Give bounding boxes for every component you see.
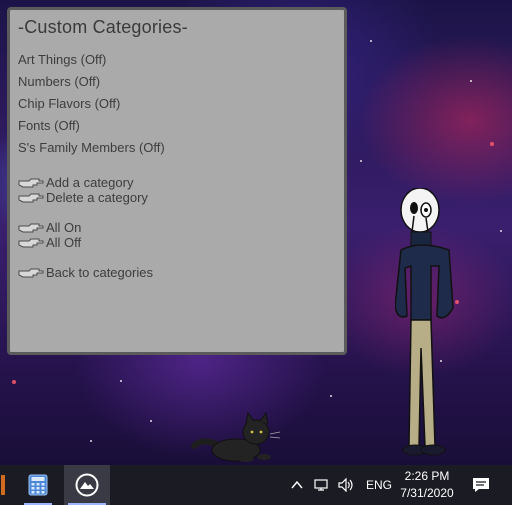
action-center-button[interactable] — [466, 465, 496, 505]
clock-time: 2:26 PM — [404, 469, 450, 483]
network-icon[interactable] — [314, 478, 330, 492]
calculator-icon — [28, 474, 48, 496]
desktop-character[interactable] — [395, 188, 465, 458]
pointing-hand-icon — [18, 268, 44, 277]
taskbar: ENG 2:26 PM 7/31/2020 — [0, 465, 512, 505]
clock-date: 7/31/2020 — [400, 486, 454, 500]
all-on-label: All On — [46, 220, 82, 235]
system-tray: ENG — [290, 465, 392, 505]
pointing-hand-icon — [18, 178, 44, 187]
taskbar-calculator[interactable] — [20, 465, 56, 505]
all-on-button[interactable]: All On — [18, 220, 81, 235]
category-art-things[interactable]: Art Things (Off) — [18, 52, 106, 67]
cat-sprite[interactable] — [190, 412, 282, 462]
taskbar-edge-app[interactable] — [0, 465, 6, 505]
notification-icon — [473, 478, 489, 492]
taskbar-clock[interactable]: 2:26 PM 7/31/2020 — [396, 468, 458, 502]
add-category-button[interactable]: Add a category — [18, 175, 133, 190]
pointing-hand-icon — [18, 223, 44, 232]
category-fonts[interactable]: Fonts (Off) — [18, 118, 80, 133]
chevron-up-icon[interactable] — [290, 478, 304, 492]
pointing-hand-icon — [18, 238, 44, 247]
custom-categories-panel: -Custom Categories- Art Things (Off) Num… — [7, 7, 347, 355]
mountain-app-icon — [75, 473, 99, 497]
back-to-categories-label: Back to categories — [46, 265, 153, 280]
delete-category-label: Delete a category — [46, 190, 148, 205]
delete-category-button[interactable]: Delete a category — [18, 190, 148, 205]
taskbar-mountain-app[interactable] — [64, 465, 110, 505]
all-off-button[interactable]: All Off — [18, 235, 81, 250]
add-category-label: Add a category — [46, 175, 134, 190]
all-off-label: All Off — [46, 235, 82, 250]
category-chip-flavors[interactable]: Chip Flavors (Off) — [18, 96, 120, 111]
volume-icon[interactable] — [338, 478, 354, 492]
category-family-members[interactable]: S's Family Members (Off) — [18, 140, 165, 155]
panel-title: -Custom Categories- — [18, 17, 188, 37]
pointing-hand-icon — [18, 193, 44, 202]
category-numbers[interactable]: Numbers (Off) — [18, 74, 100, 89]
back-to-categories-button[interactable]: Back to categories — [18, 265, 153, 280]
language-indicator[interactable]: ENG — [366, 478, 392, 492]
